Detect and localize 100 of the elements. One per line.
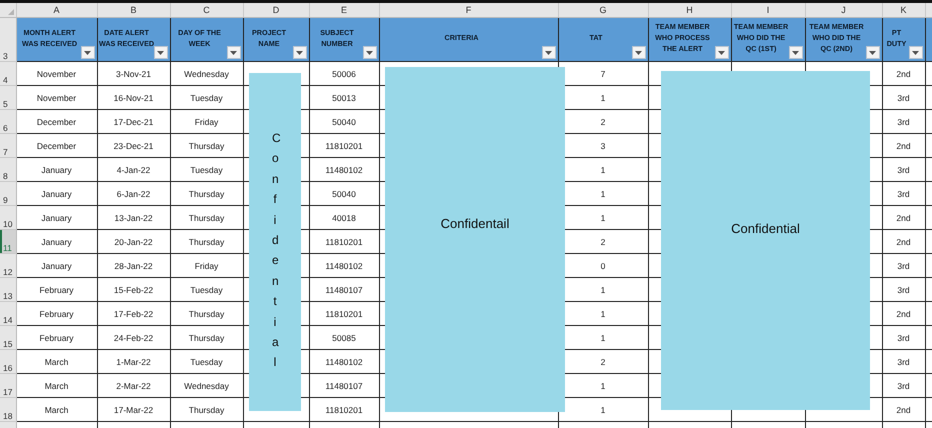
table-cell: January [16,182,97,206]
table-cell: 2nd [882,134,925,158]
filter-dropdown-button[interactable] [292,46,306,59]
table-cell: 17-Mar-22 [97,398,170,422]
filter-dropdown-button[interactable] [154,46,168,59]
row-header[interactable]: 7 [0,134,16,158]
caret-icon [157,50,164,54]
caret-icon [869,50,876,54]
filter-dropdown-button[interactable] [226,46,240,59]
table-cell: Friday [170,110,243,134]
filter-dropdown-button[interactable] [362,46,376,59]
table-cell: 13-Jan-22 [97,206,170,230]
column-header[interactable]: D [243,3,309,18]
table-cell: 15-Feb-22 [97,278,170,302]
redaction-label: Confidential [731,220,800,236]
column-header[interactable]: H [648,3,731,18]
redaction-label: Confidential [271,130,284,372]
table-cell: Thursday [170,302,243,326]
filter-dropdown-button[interactable] [866,46,880,59]
row-header[interactable]: 16 [0,350,16,374]
column-header[interactable]: K [882,3,925,18]
table-cell: 50040 [309,110,379,134]
caret-icon [296,50,303,54]
row-header[interactable]: 8 [0,158,16,182]
table-cell: 11810201 [309,230,379,254]
filter-dropdown-button[interactable] [908,46,922,59]
row-header[interactable]: 5 [0,86,16,110]
column-header[interactable]: B [97,3,170,18]
table-cell: 40018 [309,206,379,230]
column-header[interactable]: I [731,3,805,18]
table-cell: Friday [170,254,243,278]
table-cell: Thursday [170,398,243,422]
table-cell: 24-Feb-22 [97,326,170,350]
table-cell: Tuesday [170,350,243,374]
column-header[interactable]: C [170,3,243,18]
table-cell: March [16,350,97,374]
filter-dropdown-button[interactable] [632,46,646,59]
table-cell: 2-Mar-22 [97,374,170,398]
table-cell: Thursday [170,230,243,254]
row-header[interactable]: 3 [0,18,16,62]
row-header[interactable]: 12 [0,254,16,278]
column-header[interactable]: E [309,3,379,18]
row-header[interactable]: 9 [0,182,16,206]
column-header[interactable]: F [379,3,558,18]
table-cell: November [16,86,97,110]
table-cell: 3rd [882,86,925,110]
table-cell: 3rd [882,350,925,374]
table-cell: Tuesday [170,278,243,302]
table-cell: December [16,110,97,134]
table-cell: January [16,254,97,278]
table-cell: November [16,62,97,86]
caret-icon [792,50,799,54]
filter-dropdown-button[interactable] [714,46,728,59]
row-header[interactable]: 6 [0,110,16,134]
table-cell: 3rd [882,110,925,134]
filter-dropdown-button[interactable] [788,46,802,59]
column-header[interactable]: G [558,3,648,18]
table-cell: Thursday [170,206,243,230]
row-header[interactable]: 4 [0,62,16,86]
filter-dropdown-button[interactable] [80,46,94,59]
table-cell: 6-Jan-22 [97,182,170,206]
table-cell: 11480107 [309,278,379,302]
row-header[interactable]: 15 [0,326,16,350]
table-cell: 11810201 [309,134,379,158]
table-cell: 11480102 [309,254,379,278]
table-cell: January [16,230,97,254]
table-cell: 50013 [309,86,379,110]
table-cell: Thursday [170,326,243,350]
table-cell: 3rd [882,374,925,398]
row-header[interactable]: 17 [0,374,16,398]
caret-icon [366,50,373,54]
row-header[interactable]: 11 [0,230,16,254]
table-cell: Wednesday [170,374,243,398]
table-cell: 1-Mar-22 [97,350,170,374]
table-cell: 17-Dec-21 [97,110,170,134]
table-cell: February [16,278,97,302]
table-cell: February [16,326,97,350]
row-header[interactable]: 14 [0,302,16,326]
column-header[interactable]: J [805,3,882,18]
table-cell: 2nd [882,230,925,254]
table-cell: 28-Jan-22 [97,254,170,278]
column-header[interactable]: A [16,3,97,18]
filter-dropdown-button[interactable] [542,46,556,59]
table-cell: 20-Jan-22 [97,230,170,254]
row-header[interactable]: 18 [0,398,16,422]
table-cell: 3rd [882,254,925,278]
redaction-label: Confidentail [440,216,510,230]
table-cell: January [16,206,97,230]
table-cell: 11810201 [309,398,379,422]
caret-icon [635,50,642,54]
table-cell: 2nd [882,398,925,422]
table-cell: 11480107 [309,374,379,398]
table-cell: 11480102 [309,158,379,182]
caret-icon [718,50,725,54]
table-cell: Thursday [170,182,243,206]
table-cell: January [16,158,97,182]
row-header[interactable]: 10 [0,206,16,230]
caret-icon [84,50,91,54]
table-cell: 3rd [882,326,925,350]
row-header[interactable]: 13 [0,278,16,302]
